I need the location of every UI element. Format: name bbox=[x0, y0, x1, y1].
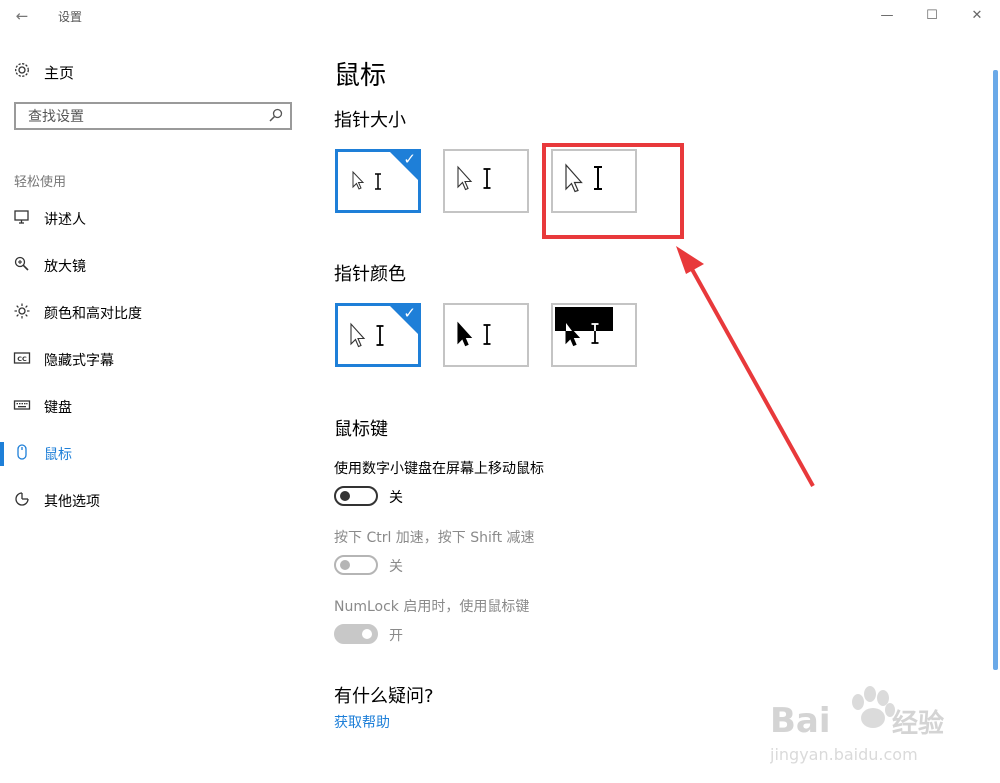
pointer-color-option-inverted[interactable] bbox=[551, 303, 637, 367]
narrator-icon bbox=[12, 208, 32, 228]
sidebar-item-other-options[interactable]: 其他选项 bbox=[12, 488, 282, 518]
numlock-toggle-state: 开 bbox=[389, 628, 403, 644]
svg-text:jingyan.baidu.com: jingyan.baidu.com bbox=[770, 745, 918, 764]
pointer-color-option-white[interactable]: ✓ bbox=[335, 303, 421, 367]
keyboard-icon bbox=[12, 396, 32, 416]
sidebar-item-label: 讲述人 bbox=[44, 212, 86, 228]
sidebar-item-mouse[interactable]: 鼠标 bbox=[12, 441, 282, 471]
arrow-cursor-icon bbox=[350, 322, 384, 348]
sidebar-item-label: 鼠标 bbox=[44, 447, 72, 463]
cc-icon: CC bbox=[12, 349, 32, 369]
numpad-setting-label: 使用数字小键盘在屏幕上移动鼠标 bbox=[334, 461, 544, 477]
pointer-size-option-small[interactable]: ✓ bbox=[335, 149, 421, 213]
title-bar: ← 设置 — ☐ ✕ bbox=[0, 0, 1000, 32]
sidebar-item-label: 主页 bbox=[44, 64, 75, 82]
toggle-knob bbox=[362, 629, 372, 639]
window-title: 设置 bbox=[58, 10, 83, 24]
svg-text:Bai: Bai bbox=[770, 701, 831, 741]
inverted-cursor-icon bbox=[555, 307, 613, 347]
close-button[interactable]: ✕ bbox=[960, 2, 994, 30]
sidebar-item-closed-captions[interactable]: CC 隐藏式字幕 bbox=[12, 347, 282, 377]
page-title: 鼠标 bbox=[334, 61, 387, 91]
gear-icon bbox=[12, 61, 32, 81]
mouse-keys-heading: 鼠标键 bbox=[334, 419, 388, 440]
numlock-toggle bbox=[334, 624, 378, 644]
ctrl-shift-toggle bbox=[334, 555, 378, 575]
sidebar-item-color-contrast[interactable]: 颜色和高对比度 bbox=[12, 300, 282, 330]
checkmark-icon: ✓ bbox=[403, 304, 416, 322]
arrow-cursor-icon bbox=[457, 321, 491, 347]
minimize-button[interactable]: — bbox=[870, 2, 904, 30]
pointer-size-option-medium[interactable] bbox=[443, 149, 529, 213]
ctrl-shift-toggle-state: 关 bbox=[389, 559, 403, 575]
pointer-size-heading: 指针大小 bbox=[334, 110, 406, 131]
back-arrow-icon[interactable]: ← bbox=[10, 4, 34, 28]
other-options-icon bbox=[12, 490, 32, 510]
baidu-jingyan-watermark-logo: Bai 经验 jingyan.baidu.com bbox=[770, 686, 944, 764]
numlock-setting-label: NumLock 启用时，使用鼠标键 bbox=[334, 599, 530, 615]
sidebar-item-label: 放大镜 bbox=[44, 259, 86, 275]
scrollbar[interactable] bbox=[993, 70, 998, 670]
sidebar-item-label: 颜色和高对比度 bbox=[44, 306, 142, 322]
active-indicator bbox=[0, 442, 4, 466]
pointer-color-heading: 指针颜色 bbox=[334, 264, 406, 285]
search-box[interactable] bbox=[14, 102, 292, 130]
annotation-arrow-icon bbox=[676, 246, 815, 487]
get-help-link[interactable]: 获取帮助 bbox=[334, 712, 390, 732]
numpad-toggle[interactable] bbox=[334, 486, 378, 506]
checkmark-icon: ✓ bbox=[403, 150, 416, 168]
search-input[interactable] bbox=[26, 105, 270, 129]
sidebar-item-keyboard[interactable]: 键盘 bbox=[12, 394, 282, 424]
sidebar-item-narrator[interactable]: 讲述人 bbox=[12, 206, 282, 236]
brightness-icon bbox=[12, 302, 32, 322]
magnifier-icon bbox=[12, 255, 32, 275]
numpad-toggle-state: 关 bbox=[389, 490, 403, 506]
annotation-highlight-box bbox=[542, 143, 684, 239]
pointer-color-option-black[interactable] bbox=[443, 303, 529, 367]
toggle-knob bbox=[340, 491, 350, 501]
sidebar-group-label: 轻松使用 bbox=[14, 175, 67, 190]
search-icon[interactable] bbox=[268, 107, 284, 123]
toggle-knob bbox=[340, 560, 350, 570]
sidebar-item-magnifier[interactable]: 放大镜 bbox=[12, 253, 282, 283]
arrow-cursor-icon bbox=[352, 170, 381, 190]
sidebar-item-label: 键盘 bbox=[44, 400, 72, 416]
sidebar-item-label: 其他选项 bbox=[44, 494, 100, 510]
svg-text:CC: CC bbox=[17, 355, 27, 363]
ctrl-shift-setting-label: 按下 Ctrl 加速，按下 Shift 减速 bbox=[334, 530, 535, 546]
faq-heading: 有什么疑问? bbox=[334, 686, 434, 707]
svg-text:经验: 经验 bbox=[892, 708, 944, 739]
sidebar-item-home[interactable]: 主页 bbox=[12, 59, 282, 85]
mouse-icon bbox=[12, 443, 32, 463]
maximize-button[interactable]: ☐ bbox=[915, 2, 949, 30]
sidebar-item-label: 隐藏式字幕 bbox=[44, 353, 114, 369]
arrow-cursor-icon bbox=[457, 165, 491, 191]
